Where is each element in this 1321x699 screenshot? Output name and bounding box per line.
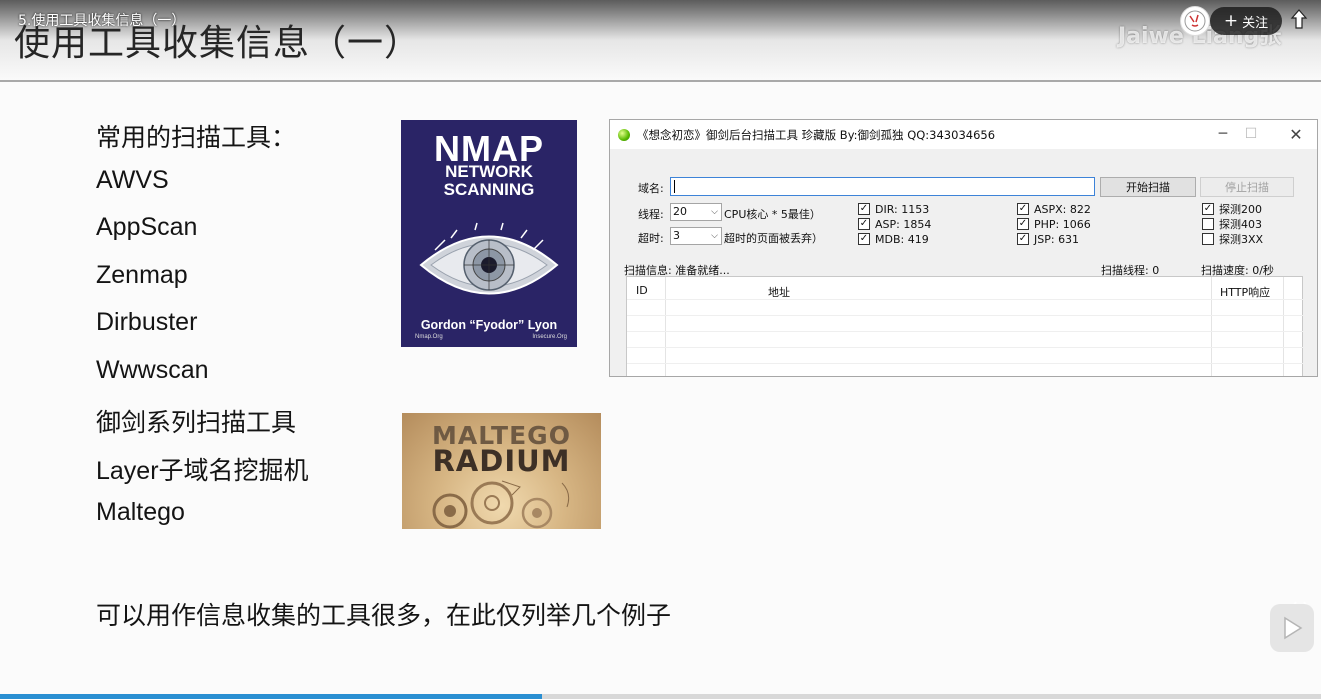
timeout-label: 超时:: [638, 232, 664, 245]
yujian-scanner-window: 《想念初恋》御剑后台扫描工具 珍藏版 By:御剑孤独 QQ:343034656 …: [609, 119, 1318, 377]
checkbox-box: [1202, 218, 1214, 230]
column-header-http[interactable]: HTTP响应: [1220, 284, 1270, 300]
threads-label: 线程:: [638, 208, 664, 221]
nmap-cover-site: Insecure.Org: [532, 334, 567, 340]
play-button[interactable]: [1270, 604, 1314, 652]
column-divider: [1211, 277, 1212, 376]
close-icon[interactable]: ✕: [1281, 123, 1311, 145]
slide-header: 使用工具收集信息（一） 5.使用工具收集信息（一） Jaiwe Liang张 +…: [0, 0, 1321, 82]
dict-label: PHP: 1066: [1034, 217, 1091, 231]
share-icon[interactable]: [1288, 8, 1310, 32]
probe-label: 探测403: [1219, 218, 1262, 231]
threads-select[interactable]: 20 ⌵: [670, 203, 722, 221]
probe-checkbox-403[interactable]: 探测403: [1202, 217, 1262, 231]
tool-item: Layer子域名挖掘机: [96, 456, 309, 485]
row-divider: [627, 347, 1304, 348]
avatar-icon: [1184, 10, 1206, 32]
dict-label: ASPX: 822: [1034, 202, 1091, 216]
tool-item: 御剑系列扫描工具: [96, 409, 297, 437]
video-progress-fill: [0, 694, 542, 699]
nmap-book-cover: NMAP NETWORK SCANNING Gordon “Fyodor” Ly…: [401, 120, 577, 347]
window-title: 《想念初恋》御剑后台扫描工具 珍藏版 By:御剑孤独 QQ:343034656: [637, 128, 996, 142]
chevron-down-icon: ⌵: [711, 231, 718, 241]
row-divider: [627, 331, 1304, 332]
checkbox-box: ✓: [858, 218, 870, 230]
checkbox-box: ✓: [1017, 218, 1029, 230]
dict-checkbox-jsp[interactable]: ✓ JSP: 631: [1017, 232, 1079, 246]
probe-label: 探测3XX: [1219, 233, 1264, 246]
column-divider: [665, 277, 666, 376]
dict-label: DIR: 1153: [875, 202, 930, 216]
nmap-cover-subtitle: SCANNING: [443, 180, 535, 199]
start-scan-button[interactable]: 开始扫描: [1100, 177, 1196, 197]
dict-checkbox-asp[interactable]: ✓ ASP: 1854: [858, 217, 931, 231]
column-header-url[interactable]: 地址: [768, 284, 790, 300]
results-table[interactable]: ID 地址 HTTP响应: [626, 276, 1304, 376]
play-icon: [1284, 616, 1303, 640]
window-titlebar[interactable]: 《想念初恋》御剑后台扫描工具 珍藏版 By:御剑孤独 QQ:343034656 …: [610, 120, 1317, 149]
tool-item: Wwwscan: [96, 355, 209, 384]
plus-icon: +: [1223, 10, 1239, 31]
checkbox-box: ✓: [858, 233, 870, 245]
maximize-icon[interactable]: ☐: [1236, 123, 1266, 145]
timeout-hint: 超时的页面被丢弃）: [724, 232, 823, 245]
text-caret: [674, 180, 675, 193]
chevron-down-icon: ⌵: [711, 207, 718, 217]
dict-checkbox-php[interactable]: ✓ PHP: 1066: [1017, 217, 1091, 231]
row-divider: [627, 299, 1304, 300]
tool-item: Zenmap: [96, 260, 188, 289]
column-divider: [1283, 277, 1284, 376]
follow-label: 关注: [1242, 15, 1269, 31]
row-divider: [627, 315, 1304, 316]
checkbox-box: ✓: [858, 203, 870, 215]
footer-note: 可以用作信息收集的工具很多，在此仅列举几个例子: [96, 601, 672, 630]
threads-hint: CPU核心 * 5最佳）: [724, 208, 821, 221]
checkbox-box: ✓: [1017, 233, 1029, 245]
minimize-icon[interactable]: ─: [1208, 123, 1238, 145]
video-title: 5.使用工具收集信息（一）: [18, 13, 186, 29]
dict-checkbox-mdb[interactable]: ✓ MDB: 419: [858, 232, 929, 246]
row-divider: [627, 363, 1304, 364]
checkbox-box: ✓: [1202, 203, 1214, 215]
probe-checkbox-3xx[interactable]: 探测3XX: [1202, 232, 1263, 246]
domain-label: 域名:: [638, 182, 664, 195]
video-progress-bar[interactable]: [0, 694, 1321, 699]
maltego-radium-cover: MALTEGO RADIUM: [402, 413, 601, 529]
app-status-icon: [618, 129, 630, 141]
dict-label: ASP: 1854: [875, 217, 932, 231]
probe-checkbox-200[interactable]: ✓ 探测200: [1202, 202, 1262, 216]
checkbox-box: ✓: [1017, 203, 1029, 215]
stop-scan-button[interactable]: 停止扫描: [1200, 177, 1294, 197]
tool-item: AppScan: [96, 213, 198, 241]
timeout-select[interactable]: 3 ⌵: [670, 227, 722, 245]
tool-item: Maltego: [96, 498, 185, 526]
dict-label: JSP: 631: [1034, 232, 1080, 246]
eye-icon: [419, 222, 559, 295]
nmap-cover-author: Gordon “Fyodor” Lyon: [420, 318, 558, 332]
tool-item: AWVS: [96, 165, 169, 194]
uploader-avatar[interactable]: [1180, 6, 1210, 36]
tool-list-heading: 常用的扫描工具：: [96, 124, 297, 152]
follow-button[interactable]: + 关注: [1210, 7, 1282, 35]
nmap-cover-site: Nmap.Org: [415, 334, 443, 340]
column-header-id[interactable]: ID: [636, 284, 648, 297]
gears-graphic: [432, 480, 570, 529]
domain-input[interactable]: [670, 177, 1095, 196]
threads-value: 20: [673, 205, 687, 218]
tool-item: Dirbuster: [96, 308, 198, 336]
timeout-value: 3: [673, 229, 680, 242]
checkbox-box: [1202, 233, 1214, 245]
dict-label: MDB: 419: [875, 232, 929, 246]
nmap-cover-subtitle: NETWORK: [445, 162, 533, 181]
dict-checkbox-aspx[interactable]: ✓ ASPX: 822: [1017, 202, 1091, 216]
probe-label: 探测200: [1219, 203, 1262, 216]
dict-checkbox-dir[interactable]: ✓ DIR: 1153: [858, 202, 929, 216]
tool-list: 常用的扫描工具： AWVS AppScan Zenmap Dirbuster W…: [96, 118, 309, 546]
